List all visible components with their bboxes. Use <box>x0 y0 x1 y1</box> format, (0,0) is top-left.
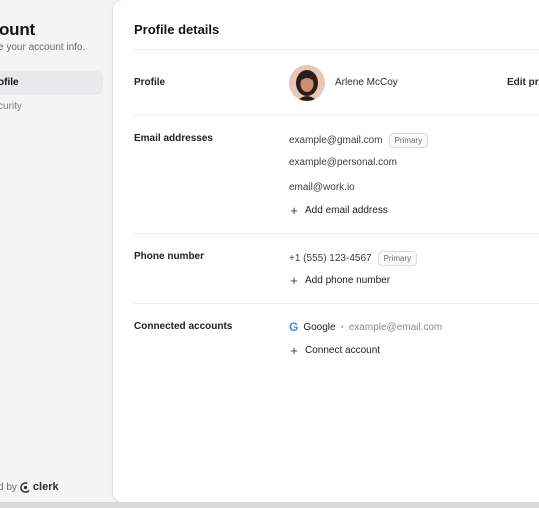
email-address: example@personal.com <box>289 157 397 168</box>
connect-account-label: Connect account <box>305 345 381 356</box>
divider <box>134 115 539 116</box>
phone-number: +1 (555) 123-4567 <box>289 253 372 264</box>
edit-profile-button[interactable]: Edit pro <box>507 77 539 88</box>
add-phone-button[interactable]: + Add phone number <box>289 272 391 288</box>
profile-name: Arlene McCoy <box>335 77 398 88</box>
email-address: email@work.io <box>289 182 355 193</box>
secured-by-footer: d by clerk <box>0 481 59 493</box>
clerk-logo: clerk <box>20 481 59 493</box>
connected-accounts-label: Connected accounts <box>134 321 233 332</box>
plus-icon: + <box>290 272 298 288</box>
profile-label: Profile <box>134 77 166 88</box>
sidebar: ount e your account info. ofile curity d… <box>0 0 113 508</box>
primary-badge: Primary <box>388 133 429 148</box>
secured-by-text: d by <box>0 481 17 493</box>
add-email-label: Add email address <box>305 205 388 216</box>
provider-name: Google <box>303 321 336 333</box>
email-item[interactable]: example@gmail.com Primary <box>289 133 429 148</box>
sidebar-title: ount <box>0 20 36 39</box>
divider <box>134 233 539 234</box>
divider <box>134 303 539 304</box>
sidebar-item-security[interactable]: curity <box>0 95 103 119</box>
profile-panel: Profile details Profile Arlene McCoy Edi… <box>113 0 539 502</box>
email-address: example@gmail.com <box>289 135 383 146</box>
add-email-button[interactable]: + Add email address <box>289 202 388 218</box>
plus-icon: + <box>290 342 298 358</box>
avatar <box>289 65 325 101</box>
avatar-image <box>289 65 325 101</box>
page-title: Profile details <box>134 22 220 37</box>
connect-account-button[interactable]: + Connect account <box>289 342 381 358</box>
phone-item[interactable]: +1 (555) 123-4567 Primary <box>289 251 418 266</box>
sidebar-item-label: ofile <box>0 77 19 88</box>
divider <box>134 49 539 50</box>
plus-icon: + <box>290 202 298 218</box>
separator-dot: • <box>340 322 344 332</box>
primary-badge: Primary <box>377 251 418 266</box>
connected-account-item[interactable]: G Google • example@email.com <box>289 320 442 334</box>
sidebar-subtitle: e your account info. <box>0 42 86 53</box>
clerk-brand: clerk <box>32 481 59 493</box>
connected-email: example@email.com <box>348 321 443 333</box>
phone-number-label: Phone number <box>134 251 205 262</box>
sidebar-item-label: curity <box>0 101 22 112</box>
bottom-edge <box>0 502 539 508</box>
clerk-logo-icon <box>20 481 31 493</box>
email-item[interactable]: email@work.io <box>289 182 355 193</box>
sidebar-item-profile[interactable]: ofile <box>0 71 103 95</box>
email-addresses-label: Email addresses <box>134 133 213 144</box>
email-item[interactable]: example@personal.com <box>289 157 397 168</box>
add-phone-label: Add phone number <box>305 275 391 286</box>
google-icon: G <box>289 320 299 334</box>
